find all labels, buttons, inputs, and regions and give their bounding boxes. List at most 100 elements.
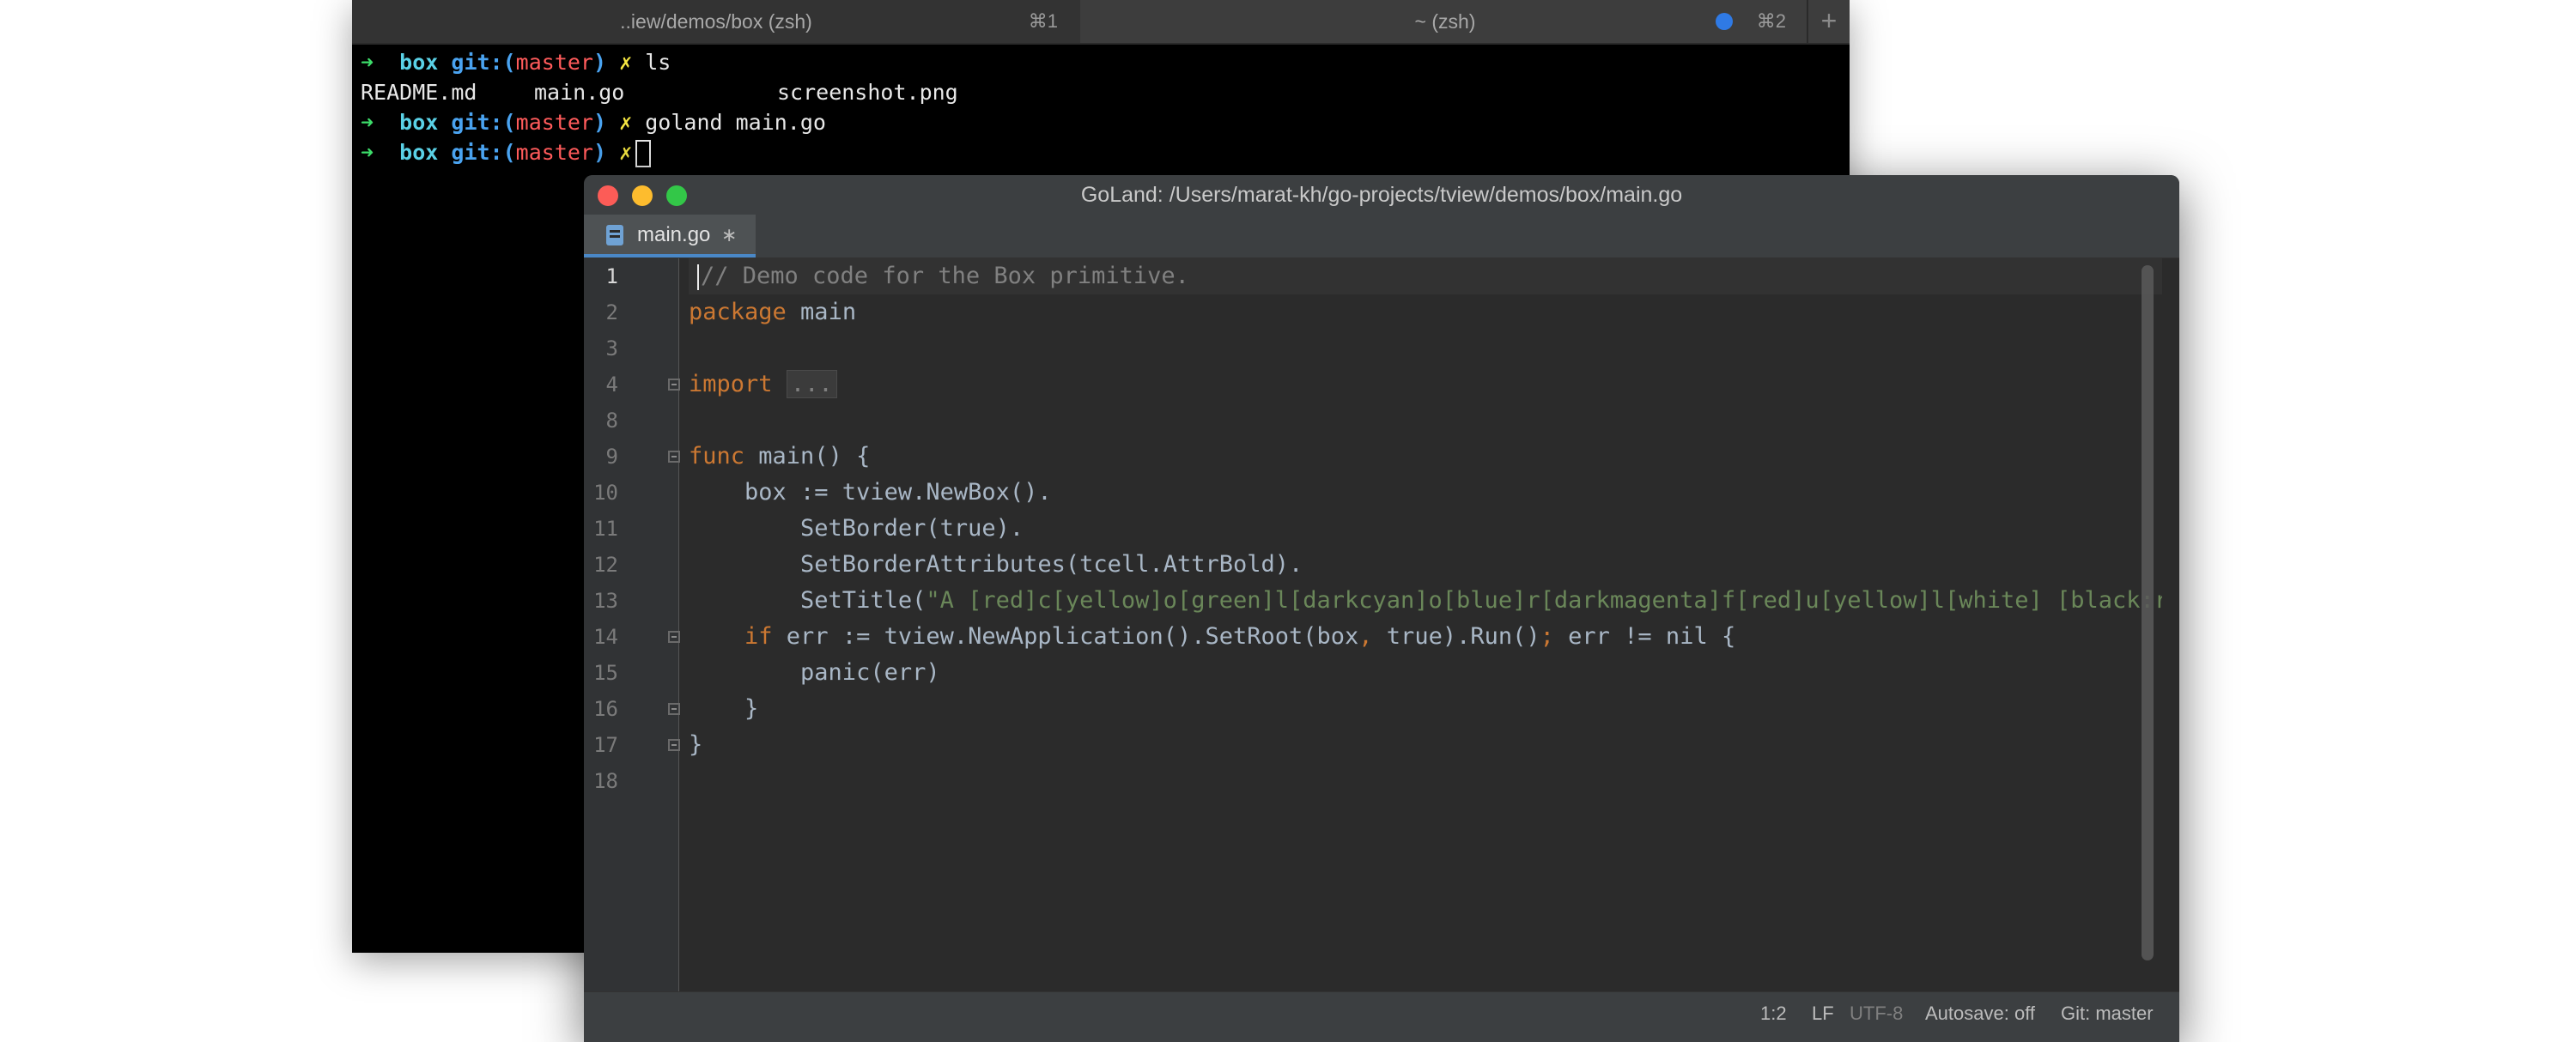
fold-toggle-icon[interactable] bbox=[668, 451, 680, 463]
autosave-status[interactable]: Autosave: off bbox=[1925, 992, 2035, 1035]
goland-window[interactable]: GoLand: /Users/marat-kh/go-projects/tvie… bbox=[584, 175, 2179, 1042]
code-line: } bbox=[689, 731, 703, 758]
vertical-scrollbar[interactable] bbox=[2142, 265, 2154, 960]
listing-file: README.md bbox=[361, 80, 477, 105]
code-line: // Demo code for the Box primitive. bbox=[697, 258, 1189, 294]
terminal-tab-label: ..iew/demos/box (zsh) bbox=[620, 10, 812, 33]
prompt-branch: master bbox=[515, 140, 593, 165]
prompt-paren: ( bbox=[502, 50, 516, 75]
prompt-dir: box bbox=[399, 50, 439, 75]
caret-position[interactable]: 1:2 bbox=[1760, 992, 1787, 1035]
line-number: 2 bbox=[605, 300, 618, 324]
git-branch[interactable]: Git: master bbox=[2061, 992, 2154, 1035]
code-line: SetBorder(true). bbox=[689, 515, 1024, 542]
code-area[interactable]: // Demo code for the Box primitive. pack… bbox=[689, 258, 2162, 991]
listing-file: screenshot.png bbox=[777, 80, 958, 105]
line-number: 1 bbox=[605, 264, 618, 288]
terminal-command: ls bbox=[645, 50, 671, 75]
editor-tab-label: main.go bbox=[637, 223, 711, 246]
code-punct: , bbox=[1358, 623, 1373, 650]
prompt-dirty-icon: ✗ bbox=[619, 110, 633, 135]
line-number: 8 bbox=[605, 409, 618, 433]
prompt-paren: ) bbox=[592, 50, 607, 75]
file-encoding[interactable]: UTF-8 bbox=[1850, 992, 1903, 1035]
prompt-arrow-icon: ➜ bbox=[361, 110, 374, 135]
prompt-dirty-icon: ✗ bbox=[619, 140, 633, 165]
prompt-branch: master bbox=[515, 50, 593, 75]
line-number: 18 bbox=[593, 769, 618, 793]
go-file-icon bbox=[606, 225, 623, 245]
code-punct: ; bbox=[1540, 623, 1554, 650]
terminal-cursor bbox=[635, 140, 652, 167]
editor-tab-main-go[interactable]: main.go ∗ bbox=[584, 215, 756, 257]
code-text: main bbox=[786, 299, 857, 325]
code-line: func main() { bbox=[689, 439, 870, 475]
prompt-git: git: bbox=[451, 50, 503, 75]
code-line: import ... bbox=[689, 367, 837, 403]
window-title-bar[interactable]: GoLand: /Users/marat-kh/go-projects/tvie… bbox=[584, 175, 2179, 215]
line-number: 10 bbox=[593, 481, 618, 505]
terminal-output[interactable]: ➜ box git:(master) ✗ ls README.md main.go… bbox=[361, 47, 958, 167]
terminal-tab-bar: ..iew/demos/box (zsh) ⌘1 ~ (zsh) ⌘2 + bbox=[352, 0, 1850, 45]
line-number: 11 bbox=[593, 517, 618, 541]
folded-imports[interactable]: ... bbox=[786, 370, 837, 398]
code-line: } bbox=[689, 695, 759, 722]
line-number: 3 bbox=[605, 336, 618, 360]
code-keyword: if bbox=[744, 623, 773, 650]
prompt-arrow-icon: ➜ bbox=[361, 140, 374, 165]
text-caret bbox=[697, 264, 699, 290]
terminal-line: ➜ box git:(master) ✗ bbox=[361, 137, 958, 167]
terminal-command: goland main.go bbox=[645, 110, 826, 135]
line-number-gutter[interactable]: 1 2 3 4 8 9 10 11 12 13 14 15 16 17 18 bbox=[584, 258, 680, 991]
status-bar: 1:2 LF UTF-8 Autosave: off Git: master bbox=[584, 991, 2179, 1042]
listing-file: main.go bbox=[534, 80, 625, 105]
code-text: true).Run() bbox=[1372, 623, 1540, 650]
code-keyword: package bbox=[689, 299, 787, 325]
code-line: SetTitle("A [red]c[yellow]o[green]l[dark… bbox=[689, 583, 2162, 619]
code-line: panic(err) bbox=[689, 659, 940, 686]
fold-toggle-icon[interactable] bbox=[668, 379, 680, 391]
line-separator[interactable]: LF bbox=[1812, 992, 1834, 1035]
code-keyword: func bbox=[689, 443, 745, 470]
activity-dot-icon bbox=[1716, 13, 1733, 30]
new-tab-button[interactable]: + bbox=[1807, 0, 1850, 43]
terminal-tab-2[interactable]: ~ (zsh) ⌘2 bbox=[1082, 0, 1808, 43]
prompt-paren: ) bbox=[592, 110, 607, 135]
line-number: 4 bbox=[605, 373, 618, 397]
fold-toggle-icon[interactable] bbox=[668, 703, 680, 715]
code-text: main() { bbox=[744, 443, 871, 470]
prompt-paren: ( bbox=[502, 110, 516, 135]
code-line: box := tview.NewBox(). bbox=[689, 479, 1052, 506]
code-string: "A [red]c[yellow]o[green]l[darkcyan]o[bl… bbox=[926, 587, 2162, 614]
close-tab-button[interactable]: ∗ bbox=[721, 215, 737, 256]
line-number: 14 bbox=[593, 625, 618, 649]
terminal-tab-shortcut: ⌘1 bbox=[1028, 10, 1058, 32]
prompt-branch: master bbox=[515, 110, 593, 135]
terminal-line: ➜ box git:(master) ✗ goland main.go bbox=[361, 107, 958, 137]
line-number: 17 bbox=[593, 733, 618, 757]
code-text: SetTitle( bbox=[689, 587, 927, 614]
window-title: GoLand: /Users/marat-kh/go-projects/tvie… bbox=[1080, 183, 1683, 207]
code-keyword: import bbox=[689, 371, 773, 397]
terminal-tab-1[interactable]: ..iew/demos/box (zsh) ⌘1 bbox=[352, 0, 1080, 43]
prompt-git: git: bbox=[451, 110, 503, 135]
code-line: SetBorderAttributes(tcell.AttrBold). bbox=[689, 551, 1303, 578]
prompt-dir: box bbox=[399, 110, 439, 135]
prompt-paren: ) bbox=[592, 140, 607, 165]
code-line: if err := tview.NewApplication().SetRoot… bbox=[689, 619, 1735, 655]
line-number: 15 bbox=[593, 661, 618, 685]
terminal-line: ➜ box git:(master) ✗ ls bbox=[361, 47, 958, 77]
prompt-paren: ( bbox=[502, 140, 516, 165]
fold-toggle-icon[interactable] bbox=[668, 631, 680, 643]
line-number: 13 bbox=[593, 589, 618, 613]
terminal-tab-label: ~ (zsh) bbox=[1414, 10, 1476, 33]
editor-tab-bar: main.go ∗ bbox=[584, 215, 2179, 258]
line-number: 9 bbox=[605, 445, 618, 469]
fold-toggle-icon[interactable] bbox=[668, 739, 680, 751]
code-editor[interactable]: 1 2 3 4 8 9 10 11 12 13 14 15 16 17 18 /… bbox=[584, 258, 2179, 991]
code-comment: // Demo code for the Box primitive. bbox=[701, 263, 1189, 289]
terminal-line: README.md main.go screenshot.png bbox=[361, 77, 958, 107]
code-text: err != nil { bbox=[1553, 623, 1736, 650]
prompt-git: git: bbox=[451, 140, 503, 165]
code-text: err := tview.NewApplication().SetRoot(bo… bbox=[772, 623, 1359, 650]
